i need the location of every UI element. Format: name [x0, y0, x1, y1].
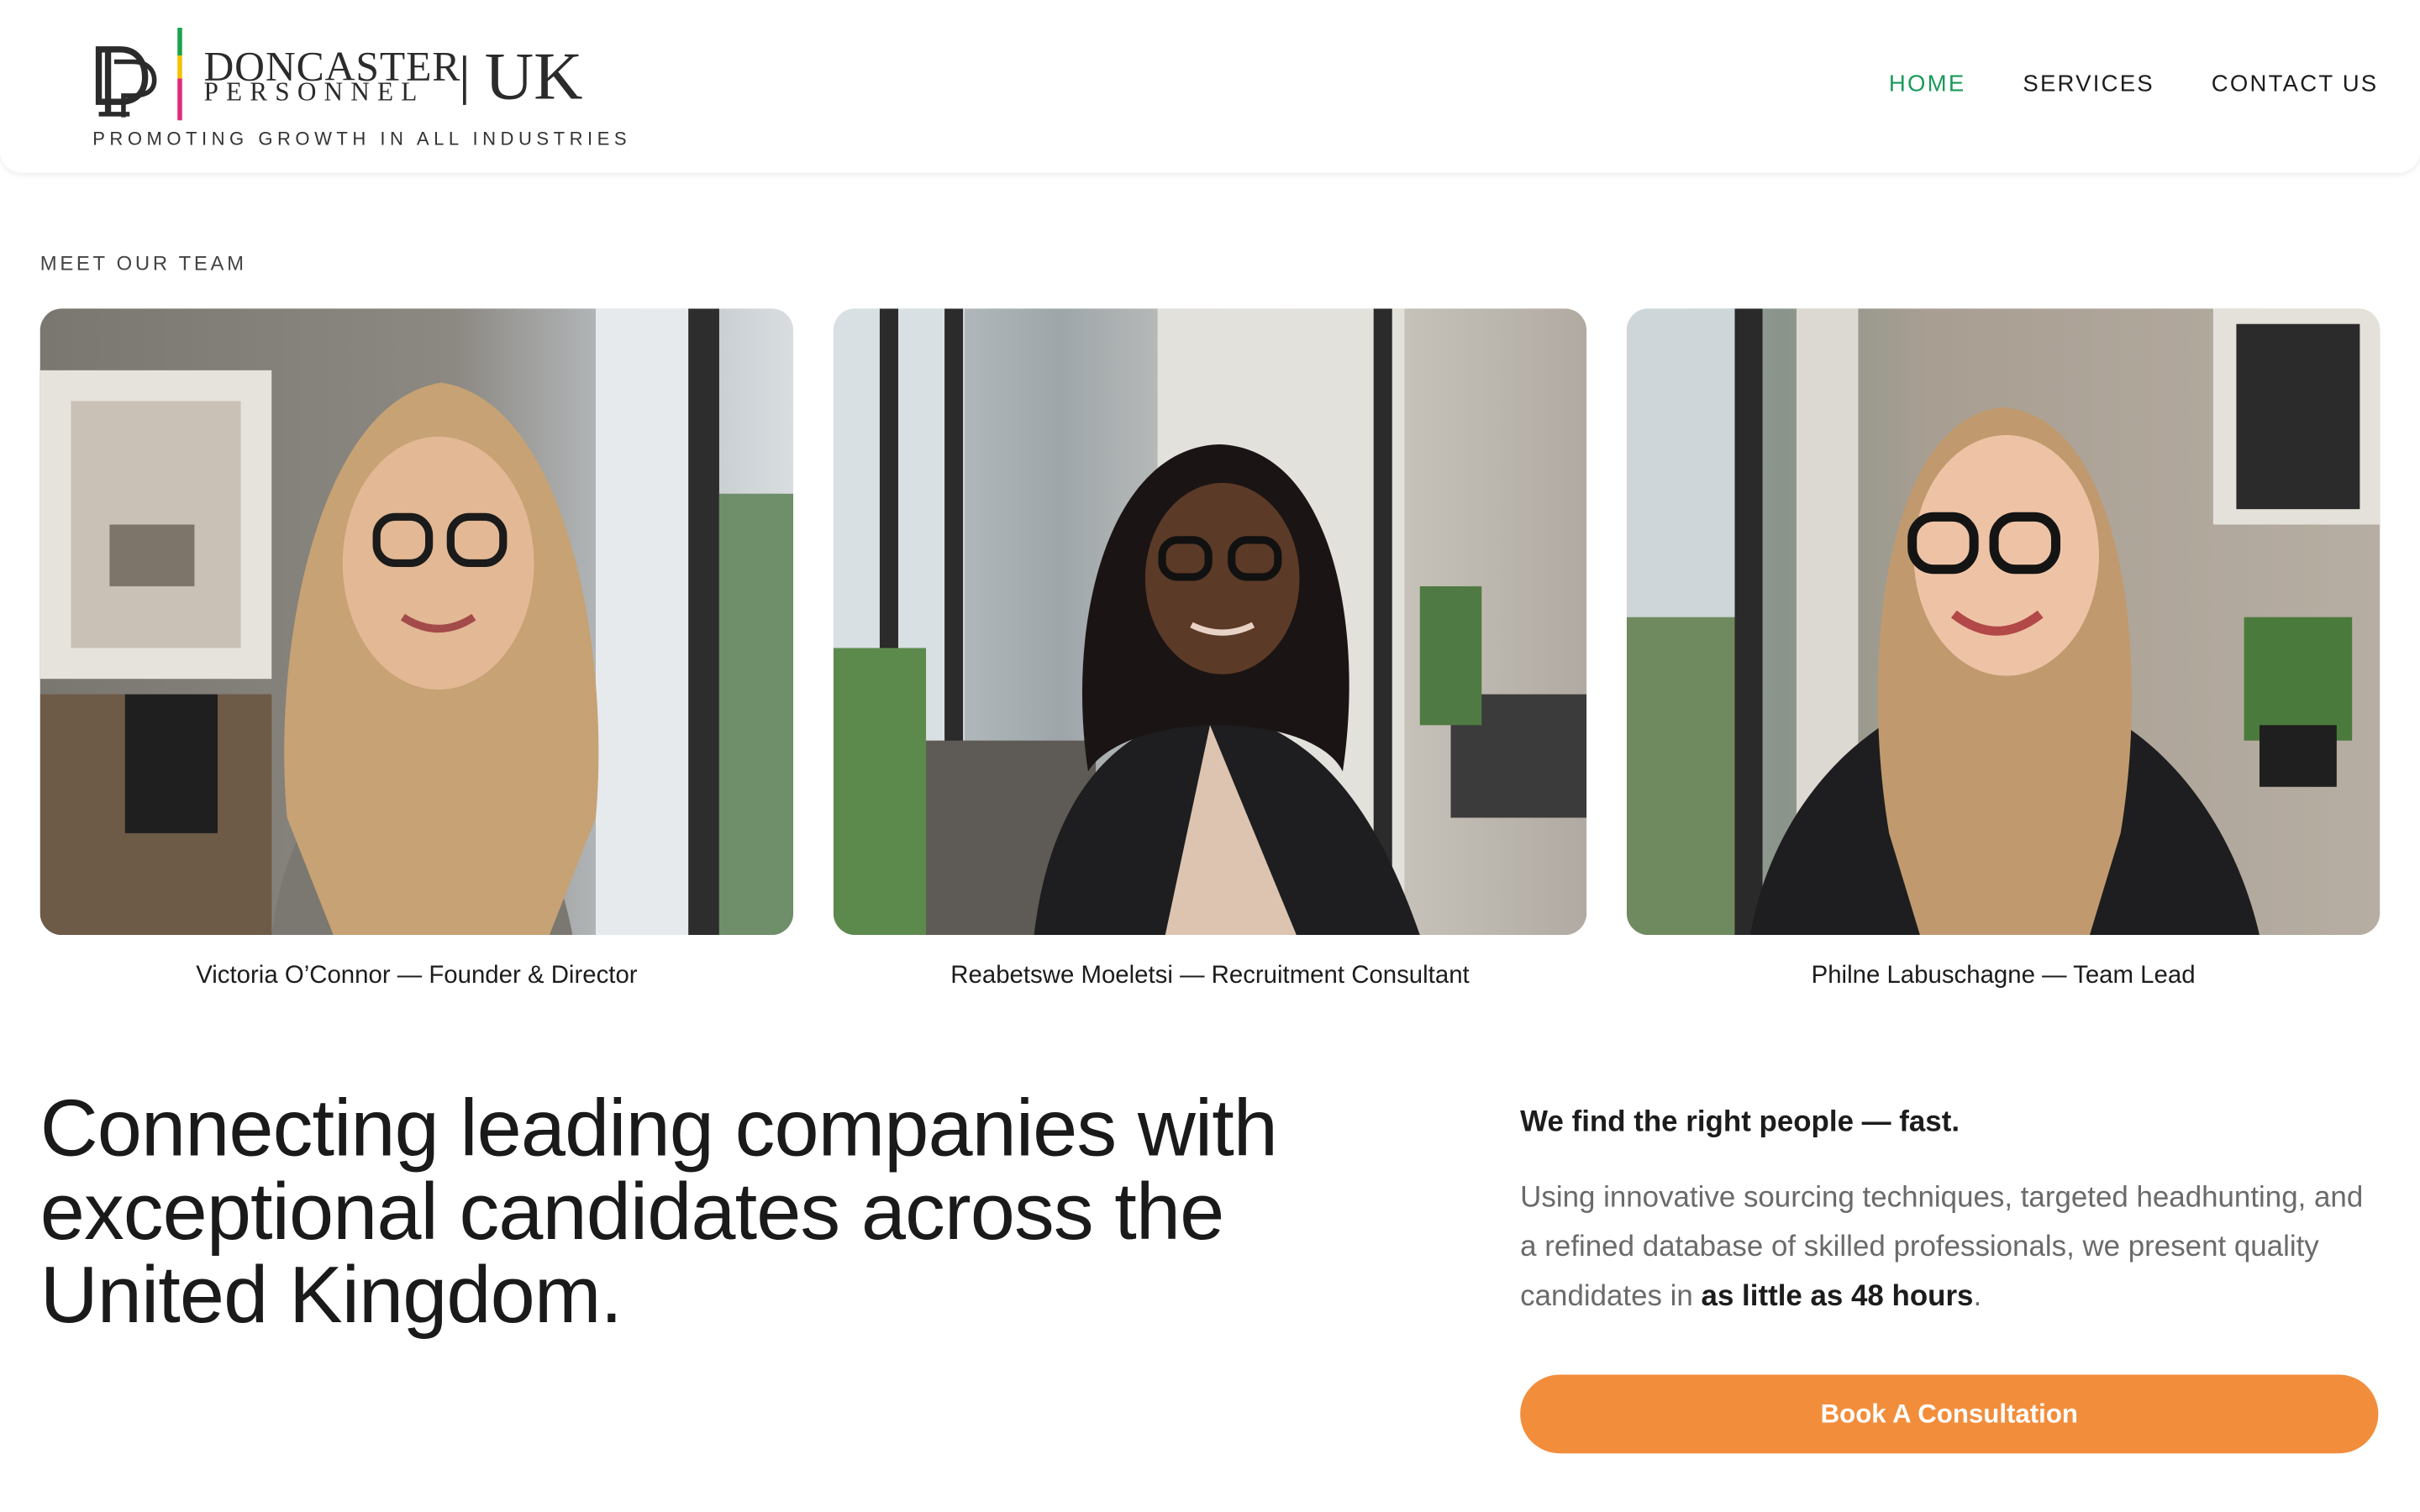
- logo-color-bar: [177, 28, 182, 121]
- logo-divider: [463, 55, 466, 105]
- logo-name-line2: PERSONNEL: [203, 76, 425, 107]
- nav-contact-link[interactable]: CONTACT US: [2212, 71, 2379, 97]
- team-photo-reabetswe: [833, 308, 1587, 936]
- hero-body: Using innovative sourcing techniques, ta…: [1520, 1174, 2378, 1322]
- hero-headline: Connecting leading companies with except…: [39, 1084, 1278, 1341]
- team-card: Victoria O’Connor — Founder & Director: [39, 308, 794, 989]
- book-consultation-button[interactable]: Book A Consultation: [1520, 1374, 2379, 1454]
- hero-body-emphasis: as little as 48 hours: [1701, 1280, 1974, 1314]
- team-caption: Victoria O’Connor — Founder & Director: [196, 963, 638, 990]
- main-nav: HOME SERVICES CONTACT US: [1889, 71, 2378, 97]
- hero-body-suffix: .: [1973, 1280, 1982, 1314]
- site-header: DONCASTER PERSONNEL UK PROMOTING GROWTH …: [0, 0, 2420, 173]
- team-eyebrow: MEET OUR TEAM: [39, 251, 247, 275]
- hero-lead: We find the right people — fast.: [1520, 1105, 1960, 1139]
- logo-region: UK: [484, 38, 583, 114]
- logo-tagline: PROMOTING GROWTH IN ALL INDUSTRIES: [92, 128, 632, 150]
- nav-home-link[interactable]: HOME: [1889, 71, 1965, 97]
- nav-services-link[interactable]: SERVICES: [2023, 71, 2154, 97]
- team-card: Reabetswe Moeletsi — Recruitment Consult…: [833, 308, 1587, 989]
- brand-logo[interactable]: DONCASTER PERSONNEL UK PROMOTING GROWTH …: [92, 24, 627, 155]
- dp-monogram-icon: [95, 46, 157, 118]
- portrait-illustration: [1626, 308, 2381, 936]
- team-photo-philne: [1626, 308, 2381, 936]
- team-caption: Reabetswe Moeletsi — Recruitment Consult…: [950, 963, 1470, 990]
- team-photo-victoria: [39, 308, 794, 936]
- hero-copy: We find the right people — fast. Using i…: [1520, 1106, 2378, 1352]
- portrait-illustration: [833, 308, 1587, 936]
- team-caption: Philne Labuschagne — Team Lead: [1811, 963, 2196, 990]
- portrait-illustration: [39, 308, 794, 936]
- team-card: Philne Labuschagne — Team Lead: [1626, 308, 2381, 989]
